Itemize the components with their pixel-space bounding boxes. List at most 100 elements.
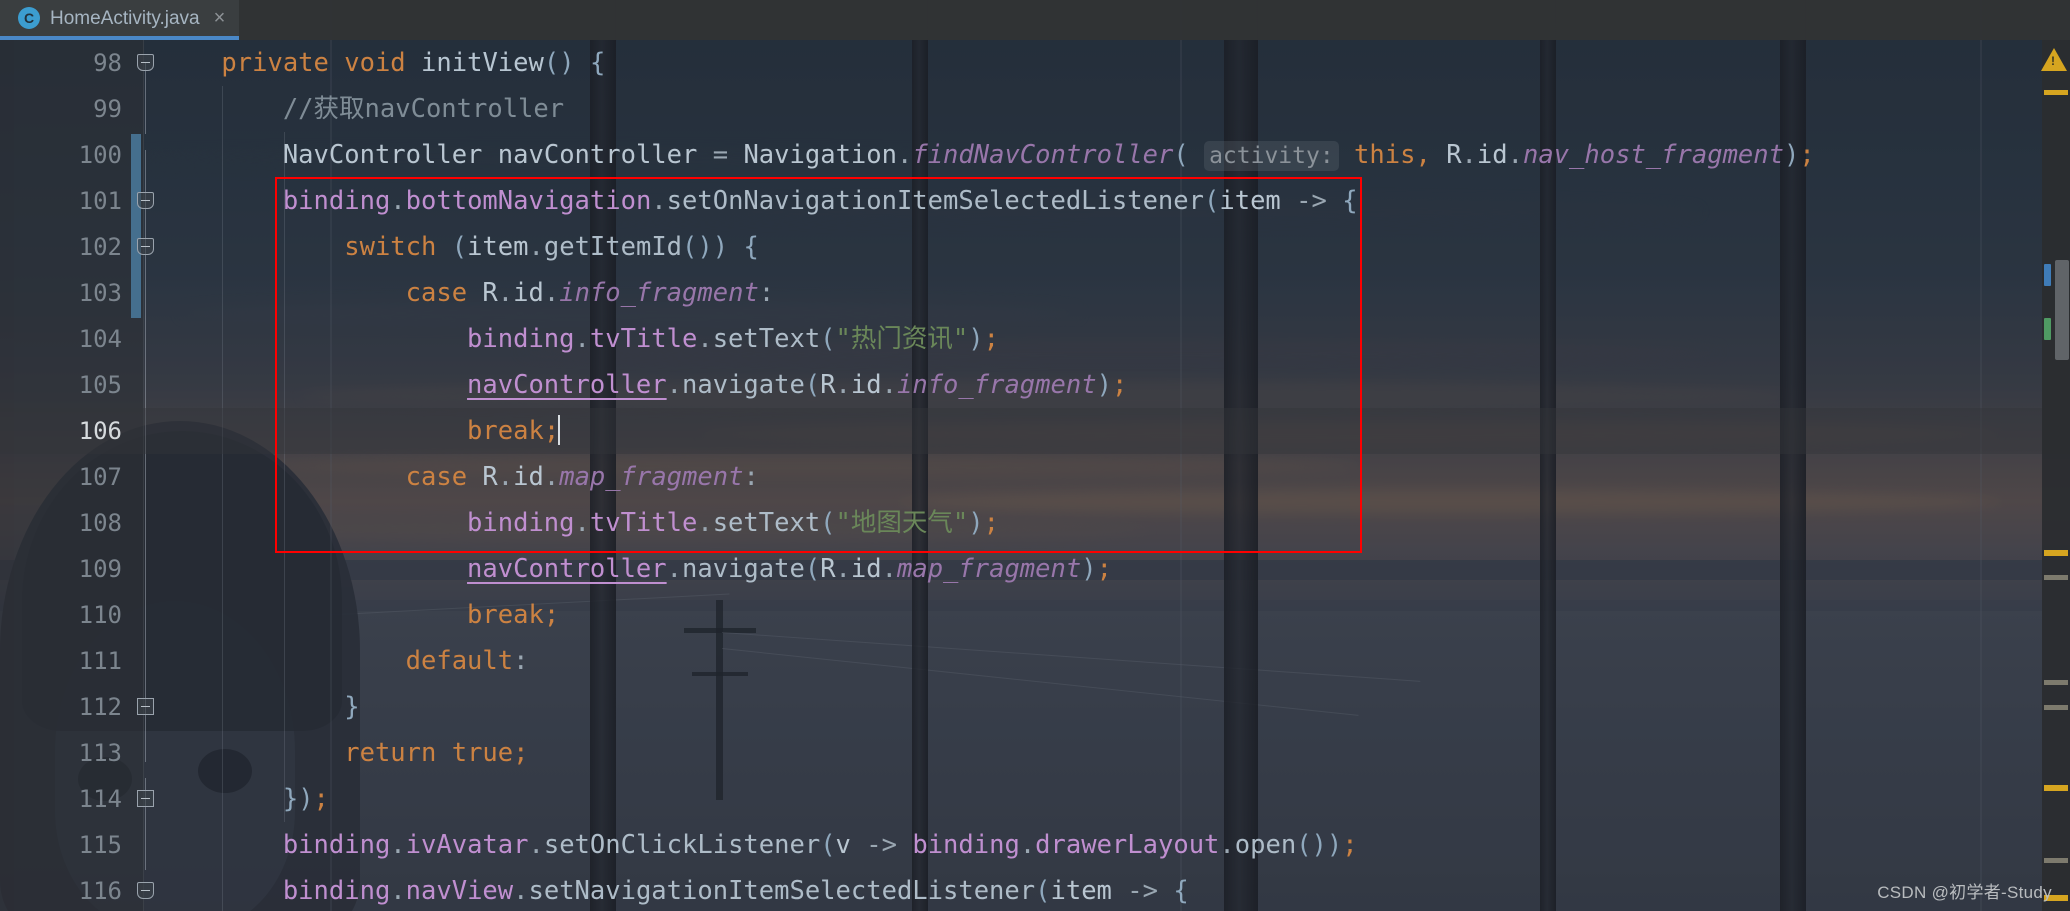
code-token-cmt: //获取navController bbox=[282, 94, 565, 124]
code-token-str: "热门资讯" bbox=[835, 324, 969, 354]
code-token-kw: void bbox=[344, 48, 406, 78]
code-text: break; bbox=[160, 592, 559, 638]
code-text: //获取navController bbox=[160, 86, 564, 132]
code-token-punc: -> bbox=[1296, 186, 1327, 216]
warning-triangle-icon[interactable] bbox=[2041, 48, 2067, 71]
code-token-kw: return bbox=[344, 738, 437, 768]
code-token-semi: ; bbox=[313, 784, 329, 814]
code-text: navController.navigate(R.id.map_fragment… bbox=[160, 546, 1112, 592]
code-token-paren: ( bbox=[1204, 186, 1220, 216]
code-token-ident: id bbox=[513, 462, 544, 492]
gutter-marker[interactable] bbox=[2044, 858, 2068, 863]
code-line[interactable]: 114 }); bbox=[0, 776, 2070, 822]
code-line[interactable]: 116 binding.navView.setNavigationItemSel… bbox=[0, 868, 2070, 911]
code-line[interactable]: 105 navController.navigate(R.id.info_fra… bbox=[0, 362, 2070, 408]
code-line[interactable]: 99 //获取navController bbox=[0, 86, 2070, 132]
line-number: 111 bbox=[78, 647, 122, 675]
code-token-punc bbox=[329, 48, 344, 78]
code-token-fld: map_fragment bbox=[896, 554, 1082, 584]
code-token-ident: id bbox=[850, 554, 882, 584]
editor-marker-gutter[interactable] bbox=[2041, 40, 2070, 911]
code-fold-toggle-icon[interactable] bbox=[137, 790, 154, 807]
code-token-punc bbox=[160, 94, 283, 124]
code-line[interactable]: 111 default: bbox=[0, 638, 2070, 684]
code-token-punc: . bbox=[666, 554, 682, 584]
code-token-ident: R bbox=[820, 370, 836, 400]
code-line[interactable]: 106 break; bbox=[0, 408, 2070, 454]
gutter-lane-mark[interactable] bbox=[2044, 318, 2051, 340]
code-token-ident: NavController bbox=[282, 140, 483, 170]
code-line[interactable]: 110 break; bbox=[0, 592, 2070, 638]
code-token-punc: . bbox=[390, 876, 406, 906]
code-token-kw: case bbox=[405, 462, 468, 492]
gutter-lane-mark[interactable] bbox=[2044, 264, 2051, 286]
code-fold-toggle-icon[interactable] bbox=[137, 54, 154, 71]
code-token-brace: } bbox=[344, 692, 360, 722]
code-text: navController.navigate(R.id.info_fragmen… bbox=[160, 362, 1127, 408]
code-token-semi: ; bbox=[1096, 554, 1112, 584]
gutter-marker[interactable] bbox=[2044, 785, 2068, 791]
vertical-scrollbar-thumb[interactable] bbox=[2055, 260, 2069, 360]
code-line[interactable]: 113 return true; bbox=[0, 730, 2070, 776]
code-token-punc bbox=[1158, 876, 1173, 906]
code-token-punc bbox=[436, 738, 451, 768]
gutter-marker[interactable] bbox=[2044, 680, 2068, 685]
code-line[interactable]: 102 switch (item.getItemId()) { bbox=[0, 224, 2070, 270]
code-token-var-u: navController bbox=[467, 554, 667, 584]
code-token-kw: private bbox=[221, 48, 329, 78]
code-line[interactable]: 101 binding.bottomNavigation.setOnNaviga… bbox=[0, 178, 2070, 224]
code-line[interactable]: 112 } bbox=[0, 684, 2070, 730]
gutter-marker[interactable] bbox=[2044, 90, 2068, 95]
line-number: 115 bbox=[78, 831, 122, 859]
code-token-paren: ( bbox=[820, 508, 836, 538]
code-token-punc: . bbox=[1461, 140, 1477, 170]
code-token-semi: ; bbox=[1342, 830, 1358, 860]
code-line[interactable]: 108 binding.tvTitle.setText("地图天气"); bbox=[0, 500, 2070, 546]
code-token-kw: true bbox=[451, 738, 514, 768]
code-fold-toggle-icon[interactable] bbox=[137, 192, 154, 209]
close-icon[interactable]: × bbox=[214, 8, 226, 28]
line-number: 114 bbox=[78, 785, 122, 813]
code-token-punc: . bbox=[390, 186, 406, 216]
code-text: default: bbox=[160, 638, 529, 684]
code-token-brace: { bbox=[1173, 876, 1189, 906]
csdn-watermark: CSDN @初学者-Study bbox=[1877, 883, 2052, 902]
code-line[interactable]: 109 navController.navigate(R.id.map_frag… bbox=[0, 546, 2070, 592]
code-line-list[interactable]: 98 private void initView() {99 //获取navCo… bbox=[0, 40, 2070, 911]
code-token-hint: activity: bbox=[1204, 141, 1339, 171]
line-number: 102 bbox=[78, 233, 122, 261]
code-line[interactable]: 104 binding.tvTitle.setText("热门资讯"); bbox=[0, 316, 2070, 362]
code-token-punc: . bbox=[697, 324, 713, 354]
code-fold-toggle-icon[interactable] bbox=[137, 238, 154, 255]
tab-home-activity[interactable]: C HomeActivity.java × bbox=[0, 0, 240, 40]
gutter-marker[interactable] bbox=[2044, 575, 2068, 580]
code-line[interactable]: 103 case R.id.info_fragment: bbox=[0, 270, 2070, 316]
code-token-punc bbox=[160, 416, 467, 446]
code-line[interactable]: 98 private void initView() { bbox=[0, 40, 2070, 86]
code-token-prop: binding bbox=[282, 830, 391, 860]
code-fold-toggle-icon[interactable] bbox=[137, 882, 154, 899]
code-token-meth: initView bbox=[421, 48, 544, 78]
code-token-punc bbox=[436, 232, 451, 262]
code-token-paren: () bbox=[682, 232, 713, 262]
code-token-punc bbox=[160, 646, 406, 676]
code-line[interactable]: 107 case R.id.map_fragment: bbox=[0, 454, 2070, 500]
code-token-mcall: getItemId bbox=[543, 232, 683, 262]
code-fold-toggle-icon[interactable] bbox=[137, 698, 154, 715]
code-line[interactable]: 115 binding.ivAvatar.setOnClickListener(… bbox=[0, 822, 2070, 868]
code-token-punc bbox=[1112, 876, 1127, 906]
code-token-semi: ; bbox=[983, 508, 999, 538]
code-token-paren: ) bbox=[1783, 140, 1800, 170]
code-editor[interactable]: 98 private void initView() {99 //获取navCo… bbox=[0, 40, 2070, 911]
code-token-ident: item bbox=[1219, 186, 1281, 216]
line-number: 116 bbox=[78, 877, 122, 905]
gutter-marker[interactable] bbox=[2044, 705, 2068, 710]
code-token-punc: . bbox=[497, 462, 514, 492]
gutter-marker[interactable] bbox=[2044, 550, 2068, 556]
code-line[interactable]: 100 NavController navController = Naviga… bbox=[0, 132, 2070, 178]
code-token-prop: ivAvatar bbox=[405, 830, 529, 860]
line-number: 100 bbox=[78, 141, 122, 169]
code-token-fld: nav_host_fragment bbox=[1522, 140, 1784, 170]
code-token-ident: id bbox=[850, 370, 882, 400]
line-number: 106 bbox=[78, 417, 122, 445]
